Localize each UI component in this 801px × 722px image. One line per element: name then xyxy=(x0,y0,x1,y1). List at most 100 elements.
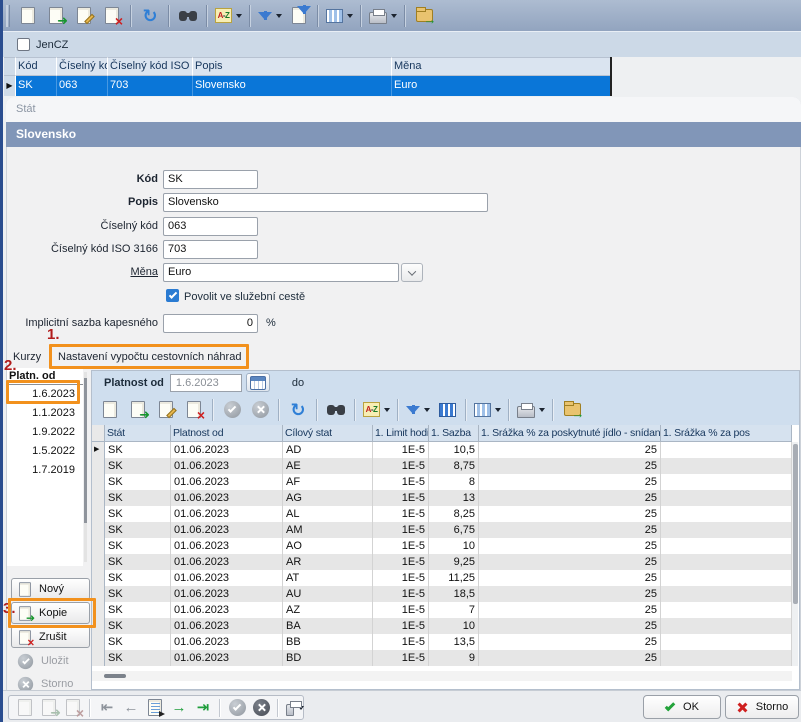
rates-sort-button[interactable]: A-Z xyxy=(360,397,393,423)
platnost-od-field[interactable]: 1.6.2023 xyxy=(170,374,242,392)
export-button[interactable]: → xyxy=(410,3,438,29)
iso-field[interactable]: 703 xyxy=(163,240,258,259)
rates-columns-button[interactable] xyxy=(471,397,504,423)
rates-cell: AO xyxy=(283,538,373,554)
period-item[interactable]: 1.5.2022 xyxy=(7,442,83,461)
rates-edit-button[interactable] xyxy=(152,397,180,423)
rates-row[interactable]: SK01.06.2023AF1E-5825 xyxy=(92,474,792,490)
rates-cell: 6,75 xyxy=(429,522,479,538)
rates-col-header[interactable]: 1. Srážka % za poskytnuté jídlo - snídan… xyxy=(479,425,661,442)
rates-col-header[interactable]: Platnost od xyxy=(171,425,283,442)
new-button[interactable] xyxy=(14,3,42,29)
nav-new-button[interactable] xyxy=(13,697,37,719)
rates-col-header[interactable]: Cílový stat xyxy=(283,425,373,442)
mena-dropdown-button[interactable] xyxy=(401,263,423,282)
col-header-popis[interactable]: Popis xyxy=(193,57,392,76)
rates-col-header[interactable]: Stát xyxy=(105,425,171,442)
col-header-kod[interactable]: Kód xyxy=(16,57,57,76)
country-row-selected[interactable]: ▶ SK 063 703 Slovensko Euro xyxy=(4,76,610,96)
rates-apply-button[interactable] xyxy=(218,397,246,423)
filter-list-button[interactable] xyxy=(285,3,313,29)
rates-row[interactable]: SK01.06.2023AT1E-511,2525 xyxy=(92,570,792,586)
periods-scrollbar-thumb[interactable] xyxy=(84,378,87,523)
rates-hscrollbar-thumb[interactable] xyxy=(104,674,126,678)
print-button[interactable] xyxy=(366,3,400,29)
rates-refresh-button[interactable]: ↻ xyxy=(284,397,312,423)
rates-col-header[interactable]: 1. Limit hodin xyxy=(373,425,429,442)
period-item[interactable]: 1.7.2019 xyxy=(7,461,83,480)
storno-button[interactable]: Storno xyxy=(725,695,799,719)
nav-delete-button[interactable]: × xyxy=(61,697,85,719)
rates-row[interactable]: SK01.06.2023AG1E-51325 xyxy=(92,490,792,506)
rates-open-button[interactable]: ➜ xyxy=(124,397,152,423)
filter-button[interactable] xyxy=(255,3,285,29)
mena-label[interactable]: Měna xyxy=(8,266,158,278)
toolbar-grip[interactable] xyxy=(6,5,10,27)
popis-field[interactable]: Slovensko xyxy=(163,193,488,212)
period-item[interactable]: 1.6.2023 xyxy=(7,385,83,404)
nav-first-button[interactable]: ⇤ xyxy=(95,697,119,719)
rates-row[interactable]: SK01.06.2023BA1E-51025 xyxy=(92,618,792,634)
columns-button[interactable] xyxy=(323,3,356,29)
rates-col-header[interactable]: 1. Srážka % za pos xyxy=(661,425,792,442)
nav-apply-button[interactable] xyxy=(225,697,249,719)
tab-kurzy[interactable]: Kurzy xyxy=(13,351,41,363)
rates-export-button[interactable]: → xyxy=(558,397,586,423)
nav-open-button[interactable]: ➜ xyxy=(37,697,61,719)
nav-previous-button[interactable]: ← xyxy=(119,697,143,719)
nav-next-button[interactable]: → xyxy=(167,697,191,719)
ciselny-kod-field[interactable]: 063 xyxy=(163,217,258,236)
sort-button[interactable]: A-Z xyxy=(212,3,245,29)
nav-print-button[interactable] xyxy=(283,697,307,719)
rates-row[interactable]: SK01.06.2023AM1E-56,7525 xyxy=(92,522,792,538)
ulozit-button[interactable]: Uložit xyxy=(11,650,90,672)
periods-header[interactable]: Platn. od xyxy=(7,368,83,385)
novy-button[interactable]: Nový xyxy=(11,578,90,600)
footer-bar: ➜ × ⇤ ← → ⇥ OK Storno xyxy=(3,690,801,722)
kod-field[interactable]: SK xyxy=(163,170,258,189)
rates-row[interactable]: SK01.06.2023BB1E-513,525 xyxy=(92,634,792,650)
tab-nastaveni-nahrad[interactable]: Nastavení vypočtu cestovních náhrad xyxy=(58,351,241,363)
refresh-button[interactable]: ↻ xyxy=(136,3,164,29)
rates-row[interactable]: SK01.06.2023AU1E-518,525 xyxy=(92,586,792,602)
col-header-mena[interactable]: Měna xyxy=(392,57,610,76)
nav-detail-button[interactable] xyxy=(143,697,167,719)
zrusit-button[interactable]: ×Zrušit xyxy=(11,626,90,648)
jencz-checkbox[interactable] xyxy=(17,38,30,51)
open-button[interactable]: ➜ xyxy=(42,3,70,29)
period-item[interactable]: 1.9.2022 xyxy=(7,423,83,442)
edit-button[interactable] xyxy=(70,3,98,29)
rates-row[interactable]: SK01.06.2023AE1E-58,7525 xyxy=(92,458,792,474)
ok-button[interactable]: OK xyxy=(643,695,721,719)
kopie-button[interactable]: ➜Kopie xyxy=(11,602,90,624)
rates-row[interactable]: SK01.06.2023AL1E-58,2525 xyxy=(92,506,792,522)
nav-last-button[interactable]: ⇥ xyxy=(191,697,215,719)
col-header-ciselny-kod[interactable]: Číselný kód xyxy=(57,57,108,76)
delete-button[interactable]: × xyxy=(98,3,126,29)
rates-filter-button[interactable] xyxy=(403,397,433,423)
nav-cancel-button[interactable] xyxy=(249,697,273,719)
povolit-checkbox[interactable] xyxy=(166,289,179,302)
period-item[interactable]: 1.1.2023 xyxy=(7,404,83,423)
mena-field[interactable]: Euro xyxy=(163,263,399,282)
rates-hscrollbar[interactable] xyxy=(92,671,792,681)
rates-vscrollbar-thumb[interactable] xyxy=(793,444,798,604)
rates-delete-button[interactable]: × xyxy=(180,397,208,423)
annotation-number-3: 3. xyxy=(3,600,16,617)
sazba-field[interactable]: 0 xyxy=(163,314,258,333)
rates-col-header[interactable]: 1. Sazba xyxy=(429,425,479,442)
rates-new-button[interactable] xyxy=(96,397,124,423)
rates-cell xyxy=(661,554,792,570)
rates-row[interactable]: SK01.06.2023BD1E-5925 xyxy=(92,650,792,666)
calendar-button[interactable] xyxy=(246,373,270,392)
rates-cancel-button[interactable] xyxy=(246,397,274,423)
rates-print-button[interactable] xyxy=(514,397,548,423)
rates-search-button[interactable] xyxy=(322,397,350,423)
rates-filter-chart-button[interactable] xyxy=(433,397,461,423)
rates-row[interactable]: SK01.06.2023AZ1E-5725 xyxy=(92,602,792,618)
rates-row[interactable]: SK01.06.2023AR1E-59,2525 xyxy=(92,554,792,570)
rates-row[interactable]: SK01.06.2023AO1E-51025 xyxy=(92,538,792,554)
col-header-iso[interactable]: Číselný kód ISO 3166 xyxy=(108,57,193,76)
rates-row[interactable]: ▶SK01.06.2023AD1E-510,525 xyxy=(92,442,792,458)
search-button[interactable] xyxy=(174,3,202,29)
